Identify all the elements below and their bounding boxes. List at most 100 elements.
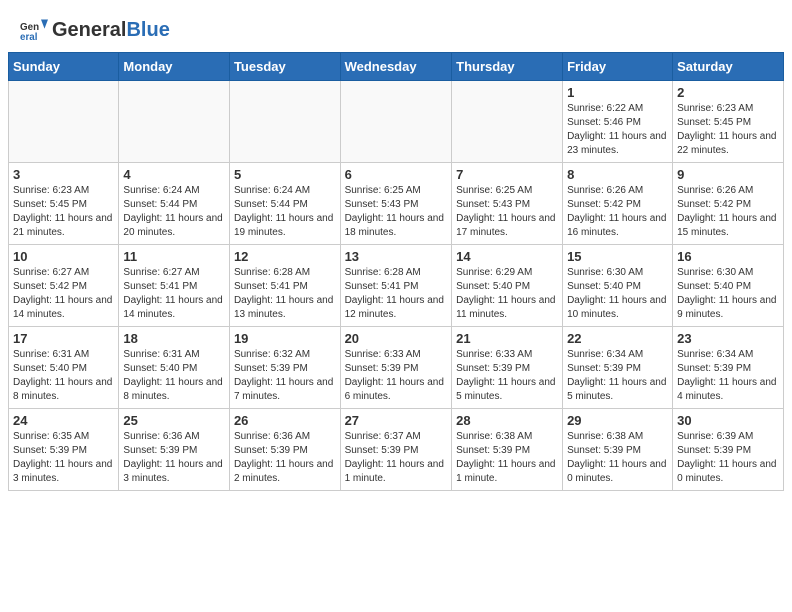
day-number: 23 <box>677 331 779 346</box>
calendar-cell: 30 Sunrise: 6:39 AMSunset: 5:39 PMDayligh… <box>673 409 784 491</box>
calendar-cell <box>9 81 119 163</box>
calendar-week-row-4: 17 Sunrise: 6:31 AMSunset: 5:40 PMDayligh… <box>9 327 784 409</box>
day-number: 20 <box>345 331 448 346</box>
calendar-wrapper: SundayMondayTuesdayWednesdayThursdayFrid… <box>0 52 792 499</box>
calendar-cell: 29Sunrise: 6:38 AMSunset: 5:39 PMDayligh… <box>563 409 673 491</box>
calendar-cell: 7 Sunrise: 6:25 AMSunset: 5:43 PMDaylight… <box>452 163 563 245</box>
day-number: 13 <box>345 249 448 264</box>
day-info: Sunrise: 6:24 AMSunset: 5:44 PMDaylight:… <box>234 184 336 240</box>
weekday-header-friday: Friday <box>563 53 673 81</box>
day-number: 27 <box>345 413 448 428</box>
day-info: Sunrise: 6:26 AMSunset: 5:42 PMDaylight:… <box>567 184 668 240</box>
calendar-cell: 1 Sunrise: 6:22 AMSunset: 5:46 PMDaylight… <box>563 81 673 163</box>
day-number: 1 <box>567 85 668 100</box>
day-number: 15 <box>567 249 668 264</box>
calendar-cell: 15 Sunrise: 6:30 AMSunset: 5:40 PMDayligh… <box>563 245 673 327</box>
calendar-cell: 26 Sunrise: 6:36 AMSunset: 5:39 PMDayligh… <box>229 409 340 491</box>
day-number: 4 <box>123 167 225 182</box>
day-info: Sunrise: 6:33 AMSunset: 5:39 PMDaylight:… <box>456 348 558 404</box>
day-info: Sunrise: 6:34 AMSunset: 5:39 PMDaylight:… <box>567 348 668 404</box>
day-info: Sunrise: 6:28 AMSunset: 5:41 PMDaylight:… <box>234 266 336 322</box>
day-number: 6 <box>345 167 448 182</box>
day-info: Sunrise: 6:23 AMSunset: 5:45 PMDaylight:… <box>13 184 114 240</box>
calendar-cell <box>452 81 563 163</box>
day-number: 10 <box>13 249 114 264</box>
day-info: Sunrise: 6:28 AMSunset: 5:41 PMDaylight:… <box>345 266 448 322</box>
calendar-cell: 12 Sunrise: 6:28 AMSunset: 5:41 PMDayligh… <box>229 245 340 327</box>
weekday-header-saturday: Saturday <box>673 53 784 81</box>
day-number: 17 <box>13 331 114 346</box>
calendar-cell: 14 Sunrise: 6:29 AMSunset: 5:40 PMDayligh… <box>452 245 563 327</box>
day-info: Sunrise: 6:38 AMSunset: 5:39 PMDaylight:… <box>456 430 558 486</box>
calendar-cell <box>119 81 230 163</box>
weekday-header-tuesday: Tuesday <box>229 53 340 81</box>
generalblue-logo-icon: Gen eral <box>20 16 48 44</box>
calendar-cell: 21 Sunrise: 6:33 AMSunset: 5:39 PMDayligh… <box>452 327 563 409</box>
calendar-cell <box>229 81 340 163</box>
day-info: Sunrise: 6:33 AMSunset: 5:39 PMDaylight:… <box>345 348 448 404</box>
day-number: 19 <box>234 331 336 346</box>
calendar-cell: 5 Sunrise: 6:24 AMSunset: 5:44 PMDaylight… <box>229 163 340 245</box>
weekday-header-row: SundayMondayTuesdayWednesdayThursdayFrid… <box>9 53 784 81</box>
day-number: 5 <box>234 167 336 182</box>
day-info: Sunrise: 6:32 AMSunset: 5:39 PMDaylight:… <box>234 348 336 404</box>
calendar-cell: 6 Sunrise: 6:25 AMSunset: 5:43 PMDaylight… <box>340 163 452 245</box>
day-number: 21 <box>456 331 558 346</box>
day-info: Sunrise: 6:24 AMSunset: 5:44 PMDaylight:… <box>123 184 225 240</box>
day-info: Sunrise: 6:29 AMSunset: 5:40 PMDaylight:… <box>456 266 558 322</box>
weekday-header-wednesday: Wednesday <box>340 53 452 81</box>
day-number: 14 <box>456 249 558 264</box>
calendar-cell: 4 Sunrise: 6:24 AMSunset: 5:44 PMDaylight… <box>119 163 230 245</box>
day-info: Sunrise: 6:36 AMSunset: 5:39 PMDaylight:… <box>234 430 336 486</box>
day-number: 7 <box>456 167 558 182</box>
logo: Gen eral GeneralBlue <box>20 16 170 44</box>
calendar-cell: 3Sunrise: 6:23 AMSunset: 5:45 PMDaylight… <box>9 163 119 245</box>
day-number: 9 <box>677 167 779 182</box>
day-info: Sunrise: 6:39 AMSunset: 5:39 PMDaylight:… <box>677 430 779 486</box>
day-number: 18 <box>123 331 225 346</box>
day-number: 28 <box>456 413 558 428</box>
day-number: 16 <box>677 249 779 264</box>
day-info: Sunrise: 6:36 AMSunset: 5:39 PMDaylight:… <box>123 430 225 486</box>
day-info: Sunrise: 6:30 AMSunset: 5:40 PMDaylight:… <box>567 266 668 322</box>
day-info: Sunrise: 6:23 AMSunset: 5:45 PMDaylight:… <box>677 102 779 158</box>
calendar-cell: 20 Sunrise: 6:33 AMSunset: 5:39 PMDayligh… <box>340 327 452 409</box>
day-info: Sunrise: 6:34 AMSunset: 5:39 PMDaylight:… <box>677 348 779 404</box>
calendar-week-row-1: 1 Sunrise: 6:22 AMSunset: 5:46 PMDaylight… <box>9 81 784 163</box>
day-number: 25 <box>123 413 225 428</box>
weekday-header-monday: Monday <box>119 53 230 81</box>
calendar-cell: 25 Sunrise: 6:36 AMSunset: 5:39 PMDayligh… <box>119 409 230 491</box>
day-info: Sunrise: 6:25 AMSunset: 5:43 PMDaylight:… <box>345 184 448 240</box>
day-info: Sunrise: 6:25 AMSunset: 5:43 PMDaylight:… <box>456 184 558 240</box>
day-info: Sunrise: 6:35 AMSunset: 5:39 PMDaylight:… <box>13 430 114 486</box>
calendar-cell: 8Sunrise: 6:26 AMSunset: 5:42 PMDaylight… <box>563 163 673 245</box>
day-number: 2 <box>677 85 779 100</box>
calendar-week-row-3: 10 Sunrise: 6:27 AMSunset: 5:42 PMDayligh… <box>9 245 784 327</box>
calendar-cell: 10 Sunrise: 6:27 AMSunset: 5:42 PMDayligh… <box>9 245 119 327</box>
calendar-cell: 27Sunrise: 6:37 AMSunset: 5:39 PMDayligh… <box>340 409 452 491</box>
calendar-cell: 2 Sunrise: 6:23 AMSunset: 5:45 PMDaylight… <box>673 81 784 163</box>
day-number: 26 <box>234 413 336 428</box>
calendar-week-row-5: 24 Sunrise: 6:35 AMSunset: 5:39 PMDayligh… <box>9 409 784 491</box>
weekday-header-sunday: Sunday <box>9 53 119 81</box>
logo-blue-text: Blue <box>126 19 169 41</box>
calendar-week-row-2: 3Sunrise: 6:23 AMSunset: 5:45 PMDaylight… <box>9 163 784 245</box>
day-info: Sunrise: 6:27 AMSunset: 5:41 PMDaylight:… <box>123 266 225 322</box>
day-number: 30 <box>677 413 779 428</box>
calendar-cell: 9 Sunrise: 6:26 AMSunset: 5:42 PMDaylight… <box>673 163 784 245</box>
day-info: Sunrise: 6:31 AMSunset: 5:40 PMDaylight:… <box>13 348 114 404</box>
calendar-cell: 17 Sunrise: 6:31 AMSunset: 5:40 PMDayligh… <box>9 327 119 409</box>
calendar-cell: 22 Sunrise: 6:34 AMSunset: 5:39 PMDayligh… <box>563 327 673 409</box>
day-number: 12 <box>234 249 336 264</box>
page-header: Gen eral GeneralBlue <box>0 0 792 52</box>
day-number: 24 <box>13 413 114 428</box>
day-info: Sunrise: 6:27 AMSunset: 5:42 PMDaylight:… <box>13 266 114 322</box>
calendar-cell: 19 Sunrise: 6:32 AMSunset: 5:39 PMDayligh… <box>229 327 340 409</box>
day-info: Sunrise: 6:26 AMSunset: 5:42 PMDaylight:… <box>677 184 779 240</box>
day-info: Sunrise: 6:31 AMSunset: 5:40 PMDaylight:… <box>123 348 225 404</box>
calendar-cell: 23 Sunrise: 6:34 AMSunset: 5:39 PMDayligh… <box>673 327 784 409</box>
day-number: 22 <box>567 331 668 346</box>
day-info: Sunrise: 6:22 AMSunset: 5:46 PMDaylight:… <box>567 102 668 158</box>
calendar-cell: 18 Sunrise: 6:31 AMSunset: 5:40 PMDayligh… <box>119 327 230 409</box>
calendar-cell: 24 Sunrise: 6:35 AMSunset: 5:39 PMDayligh… <box>9 409 119 491</box>
